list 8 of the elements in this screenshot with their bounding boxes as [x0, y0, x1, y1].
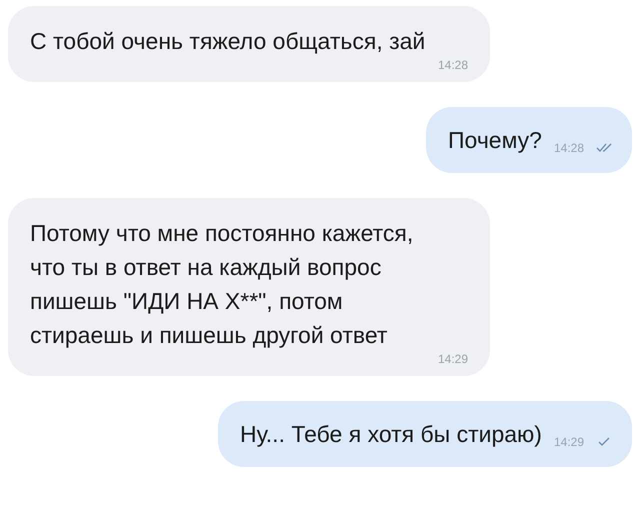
- message-text: С тобой очень тяжело общаться, зай: [30, 27, 426, 56]
- message-time: 14:28: [554, 141, 584, 155]
- message-text: Ну... Тебе я хотя бы стираю): [240, 420, 542, 449]
- message-text: Почему?: [448, 126, 542, 155]
- message-time: 14:29: [554, 435, 584, 449]
- message-time: 14:29: [438, 352, 468, 366]
- message-time: 14:28: [438, 58, 468, 72]
- message-text: Потому что мне постоянно кажется, что ты в ответ на каждый вопрос пишешь "ИДИ НА Х**", потом стираешь и пишешь другой ответ: [30, 219, 414, 350]
